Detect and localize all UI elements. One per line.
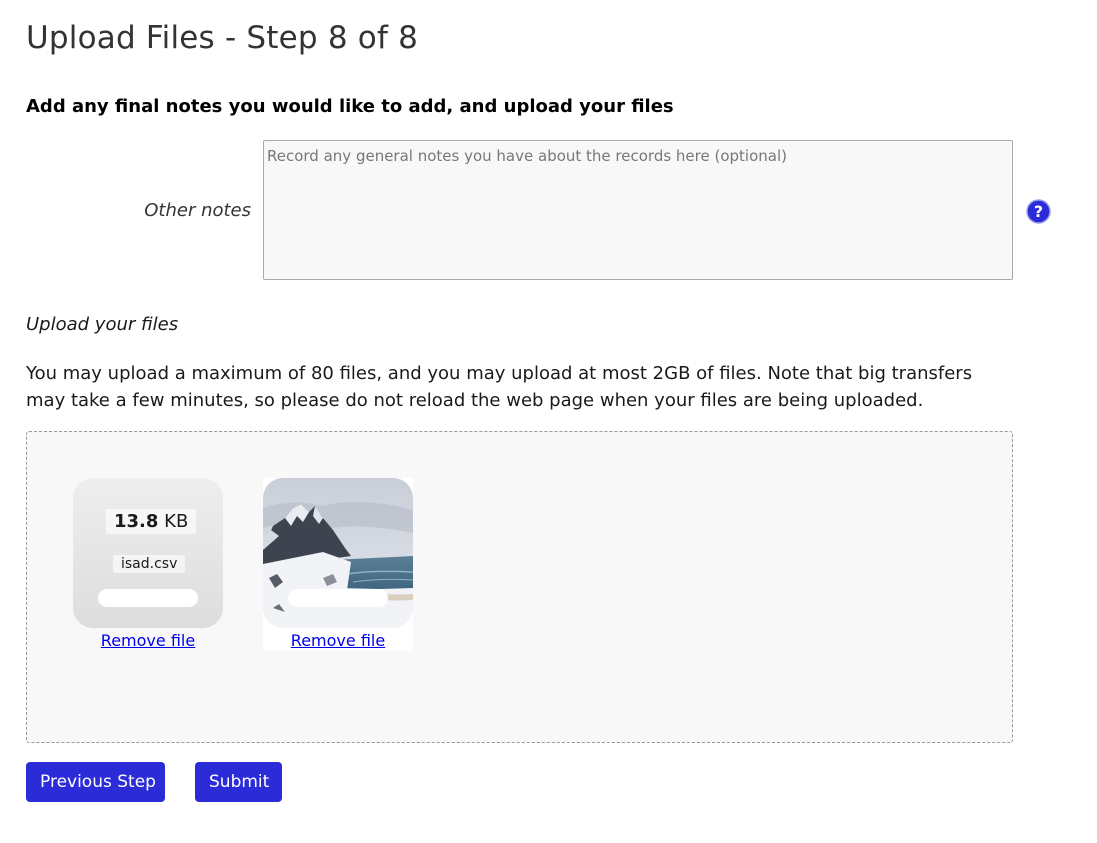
upload-progress-fill [98, 589, 198, 607]
other-notes-textarea[interactable] [263, 140, 1013, 280]
remove-file-link[interactable]: Remove file [263, 631, 413, 650]
file-thumbnail-image [263, 478, 413, 628]
page-title: Upload Files - Step 8 of 8 [26, 20, 419, 56]
file-size-badge: 13.8 KB [106, 509, 197, 534]
upload-instructions: You may upload a maximum of 80 files, an… [26, 363, 973, 411]
question-circle-icon[interactable]: ? [1026, 199, 1051, 224]
svg-text:?: ? [1034, 202, 1043, 221]
file-size-unit: KB [164, 511, 189, 532]
previous-step-button[interactable]: Previous Step [26, 762, 165, 802]
upload-files-label: Upload your files [26, 314, 179, 335]
file-preview-csv: 13.8 KB isad.csv Remove file [73, 478, 223, 650]
upload-progress-bar [288, 589, 388, 607]
upload-progress-bar [98, 589, 198, 607]
upload-progress-fill [288, 589, 388, 607]
other-notes-label: Other notes [144, 200, 251, 221]
file-thumbnail-generic: 13.8 KB isad.csv [73, 478, 223, 628]
submit-button[interactable]: Submit [195, 762, 282, 802]
file-name-badge: isad.csv [113, 555, 186, 573]
step-subtitle: Add any final notes you would like to ad… [26, 96, 674, 117]
file-size-value: 13.8 [114, 511, 159, 532]
file-preview-image: Remove file [263, 478, 413, 651]
file-dropzone[interactable]: 13.8 KB isad.csv Remove file Remove file [26, 431, 1013, 743]
remove-file-link[interactable]: Remove file [73, 631, 223, 650]
